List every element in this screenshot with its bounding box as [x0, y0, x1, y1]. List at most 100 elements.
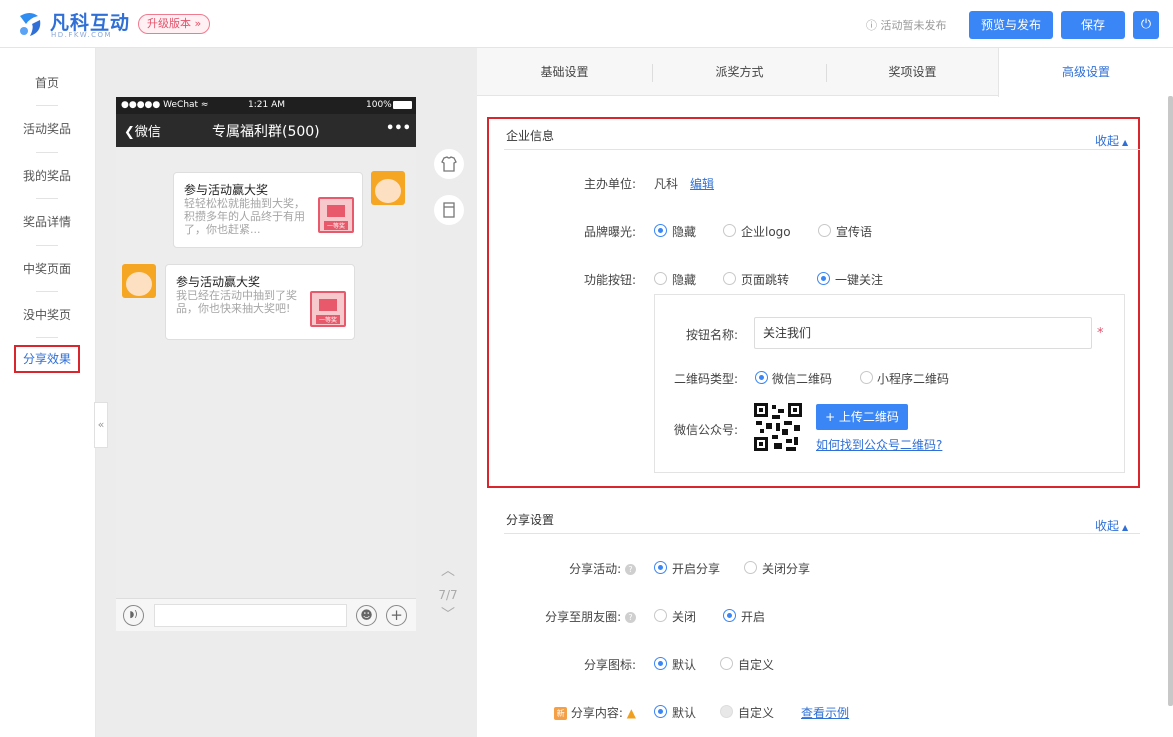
share-activity-label: 分享活动: ?	[500, 560, 636, 577]
message-title: 参与活动赢大奖	[184, 183, 269, 197]
voice-icon[interactable]: ◗)	[123, 605, 144, 626]
user-avatar	[122, 264, 156, 298]
share-on-radio[interactable]	[654, 561, 667, 574]
icon-custom-radio[interactable]	[720, 657, 733, 670]
help-icon[interactable]: ?	[625, 564, 636, 575]
new-badge: 新	[554, 707, 568, 720]
icon-custom-label: 自定义	[738, 658, 775, 672]
qr-type-label: 二维码类型:	[673, 372, 738, 386]
icon-default-label: 默认	[672, 658, 697, 672]
chat-message-card[interactable]: 参与活动赢大奖 轻轻松松就能抽到大奖，积攒多年的人品终于有用了，你也赶紧... …	[173, 172, 363, 248]
moments-on-label: 开启	[741, 610, 766, 624]
more-menu-icon[interactable]: •••	[386, 121, 411, 136]
required-mark: *	[1097, 326, 1104, 341]
edit-host-link[interactable]: 编辑	[690, 175, 714, 192]
settings-tabs: 基础设置 派奖方式 奖项设置 高级设置	[477, 48, 1173, 97]
power-icon[interactable]: ⏻	[1133, 11, 1159, 39]
message-desc: 我已经在活动中抽到了奖品，你也快来抽大奖吧!	[176, 289, 297, 315]
qr-wechat-label: 微信二维码	[772, 372, 833, 386]
plus-icon[interactable]: +	[386, 605, 407, 626]
logo-subtitle: HD.FKW.COM	[51, 31, 113, 39]
preview-publish-button[interactable]: 预览与发布	[969, 11, 1053, 39]
sidebar-item-home[interactable]: 首页	[14, 69, 80, 97]
func-follow-radio[interactable]	[817, 272, 830, 285]
func-jump-radio[interactable]	[723, 272, 736, 285]
save-button[interactable]: 保存	[1061, 11, 1125, 39]
brand-exposure-label: 品牌曝光:	[583, 225, 636, 239]
func-hide-radio[interactable]	[654, 272, 667, 285]
find-qr-help-link[interactable]: 如何找到公众号二维码?	[816, 436, 942, 453]
host-value: 凡科	[654, 177, 679, 191]
qr-miniprogram-radio[interactable]	[860, 371, 873, 384]
qr-wechat-radio[interactable]	[755, 371, 768, 384]
gift-label: 一等奖	[316, 315, 340, 324]
caret-up-icon: ▲	[1122, 138, 1129, 147]
share-content-label: 新 分享内容: ▲	[500, 704, 636, 721]
brand-slogan-label: 宣传语	[836, 225, 873, 239]
chevron-up-icon[interactable]: ︿	[432, 560, 464, 580]
theme-shirt-icon[interactable]	[434, 149, 464, 179]
gift-box-icon: 一等奖	[318, 197, 354, 233]
content-custom-radio[interactable]	[720, 705, 733, 718]
share-off-radio[interactable]	[744, 561, 757, 574]
qr-code-image	[754, 403, 802, 451]
button-name-label: 按钮名称:	[685, 328, 738, 342]
nav-divider	[36, 291, 58, 292]
tab-award-method[interactable]: 派奖方式	[653, 48, 826, 96]
chat-title: 专属福利群(500)	[212, 124, 320, 140]
brand-hide-label: 隐藏	[672, 225, 697, 239]
sidebar-item-win-page[interactable]: 中奖页面	[14, 255, 80, 283]
upload-qr-button[interactable]: + 上传二维码	[816, 404, 908, 430]
scrollbar[interactable]	[1168, 96, 1173, 706]
back-button[interactable]: ❮微信	[124, 121, 161, 140]
status-time: 1:21 AM	[248, 100, 285, 110]
func-hide-label: 隐藏	[672, 273, 697, 287]
chevron-left-icon: ❮	[124, 125, 135, 140]
help-icon[interactable]: ?	[625, 612, 636, 623]
tab-prize-settings[interactable]: 奖项设置	[827, 48, 998, 96]
brand-logo-radio[interactable]	[723, 224, 736, 237]
share-collapse-link[interactable]: 收起 ▲	[1095, 517, 1128, 534]
battery-icon	[393, 101, 412, 109]
moments-off-radio[interactable]	[654, 609, 667, 622]
chat-text-input[interactable]	[154, 604, 347, 627]
button-name-input[interactable]: 关注我们	[754, 317, 1092, 349]
nav-divider	[36, 105, 58, 106]
chat-area: 参与活动赢大奖 轻轻松松就能抽到大奖，积攒多年的人品终于有用了，你也赶紧... …	[116, 147, 416, 598]
emoji-icon[interactable]: ☻	[356, 605, 377, 626]
sidebar-item-share-effect[interactable]: 分享效果	[14, 345, 80, 373]
caret-up-icon: ▲	[1122, 523, 1129, 532]
content-default-radio[interactable]	[654, 705, 667, 718]
moments-off-label: 关闭	[672, 610, 697, 624]
user-avatar	[371, 171, 405, 205]
share-off-label: 关闭分享	[762, 562, 811, 576]
side-nav: 首页 活动奖品 我的奖品 奖品详情 中奖页面 没中奖页 分享效果	[0, 48, 96, 737]
brand-hide-radio[interactable]	[654, 224, 667, 237]
chat-message-card[interactable]: 参与活动赢大奖 我已经在活动中抽到了奖品，你也快来抽大奖吧! 一等奖	[165, 264, 355, 340]
sidebar-item-my-prizes[interactable]: 我的奖品	[14, 162, 80, 190]
tab-advanced-settings[interactable]: 高级设置	[998, 48, 1173, 97]
view-example-link[interactable]: 查看示例	[801, 704, 849, 721]
sidebar-item-activity-prizes[interactable]: 活动奖品	[14, 115, 80, 143]
share-section-title: 分享设置	[506, 513, 555, 527]
moments-on-radio[interactable]	[723, 609, 736, 622]
content-custom-label: 自定义	[738, 706, 775, 720]
company-collapse-link[interactable]: 收起 ▲	[1095, 132, 1128, 149]
func-jump-label: 页面跳转	[741, 273, 790, 287]
fanke-logo-icon[interactable]	[16, 10, 44, 38]
music-box-icon[interactable]	[434, 195, 464, 225]
brand-slogan-radio[interactable]	[818, 224, 831, 237]
tab-basic-settings[interactable]: 基础设置	[477, 48, 652, 96]
warning-icon: ▲	[626, 706, 636, 720]
wechat-nav-bar: ❮微信 专属福利群(500) •••	[116, 114, 416, 147]
chevron-down-icon[interactable]: ﹀	[432, 604, 464, 624]
collapse-panel-button[interactable]: «	[94, 402, 108, 448]
upgrade-version-button[interactable]: 升级版本 »	[138, 14, 211, 34]
sidebar-item-prize-details[interactable]: 奖品详情	[14, 208, 80, 236]
message-title: 参与活动赢大奖	[176, 275, 261, 289]
sidebar-item-lose-page[interactable]: 没中奖页	[14, 301, 80, 329]
share-on-label: 开启分享	[672, 562, 721, 576]
icon-default-radio[interactable]	[654, 657, 667, 670]
chat-input-bar: ◗) ☻ +	[116, 598, 416, 631]
battery-label: 100%	[366, 100, 392, 110]
